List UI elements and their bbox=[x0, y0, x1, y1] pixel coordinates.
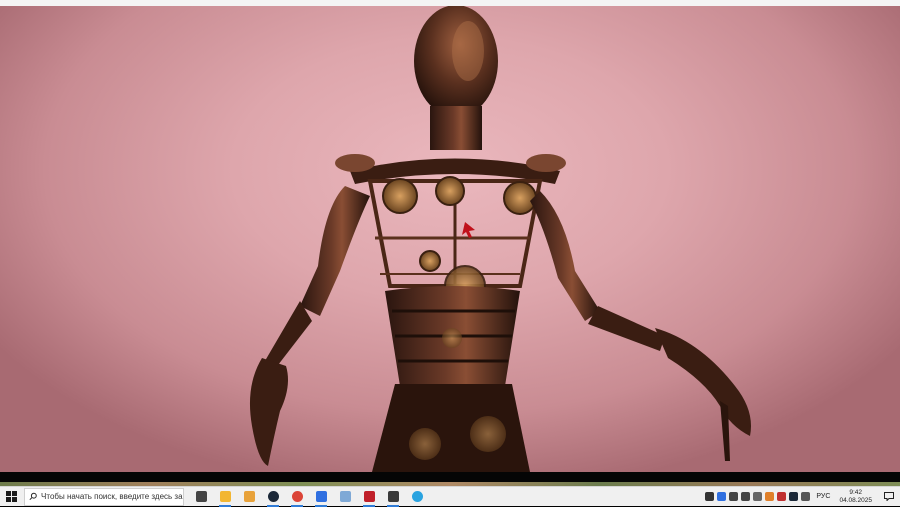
search-icon bbox=[29, 492, 37, 501]
display-icon[interactable] bbox=[801, 492, 811, 501]
robot-left-hand bbox=[249, 358, 288, 466]
steam-icon bbox=[267, 491, 279, 502]
robot-right-forearm bbox=[588, 306, 665, 351]
steam-tray-icon[interactable] bbox=[789, 492, 799, 501]
windows-logo-icon bbox=[5, 491, 17, 502]
clock[interactable]: 9:42 04.08.2025 bbox=[839, 489, 872, 505]
chrome-icon bbox=[291, 491, 303, 502]
gear-small bbox=[419, 250, 441, 272]
gear-center bbox=[435, 176, 465, 206]
volume-icon[interactable] bbox=[729, 492, 739, 501]
gear-right bbox=[503, 181, 537, 215]
robot-hips bbox=[372, 384, 530, 472]
game-viewport[interactable] bbox=[0, 6, 900, 472]
file-explorer-icon bbox=[219, 491, 231, 502]
notes-app-button[interactable] bbox=[334, 487, 356, 507]
tray-app-1-icon[interactable] bbox=[705, 492, 715, 501]
tray-app-3-icon[interactable] bbox=[753, 492, 763, 501]
clock-date: 04.08.2025 bbox=[839, 496, 872, 504]
robot-face-highlight bbox=[452, 21, 484, 81]
photos-button[interactable] bbox=[238, 487, 260, 507]
network-icon[interactable] bbox=[741, 492, 751, 501]
chrome-button[interactable] bbox=[286, 487, 308, 507]
game-window-button[interactable] bbox=[382, 487, 404, 507]
start-button[interactable] bbox=[0, 487, 22, 507]
notes-app-icon bbox=[339, 491, 351, 502]
red-game-icon bbox=[363, 491, 375, 502]
mouse-cursor-icon bbox=[462, 222, 475, 238]
security-icon[interactable] bbox=[777, 492, 787, 501]
robot-left-upper-arm bbox=[300, 186, 370, 316]
letterbox-bar bbox=[0, 472, 900, 482]
language-indicator[interactable]: РУС bbox=[816, 493, 830, 500]
photos-icon bbox=[243, 491, 255, 502]
taskbar-search-box[interactable]: Чтобы начать поиск, введите здесь запрос bbox=[24, 487, 184, 506]
steam-button[interactable] bbox=[262, 487, 284, 507]
windows-taskbar: Чтобы начать поиск, введите здесь запрос… bbox=[0, 486, 900, 507]
robot-right-hand bbox=[655, 328, 751, 436]
task-view-button[interactable] bbox=[190, 487, 212, 507]
game-window-icon bbox=[387, 491, 399, 502]
notification-icon bbox=[884, 492, 894, 501]
left-shoulder-cap bbox=[335, 154, 375, 172]
robot-neck bbox=[430, 106, 482, 150]
gear-left bbox=[382, 178, 418, 214]
task-view-icon bbox=[195, 491, 207, 502]
search-placeholder: Чтобы начать поиск, введите здесь запрос bbox=[41, 492, 183, 501]
robot-right-upper-arm bbox=[530, 191, 600, 321]
system-tray: РУС 9:42 04.08.2025 bbox=[705, 487, 900, 507]
telegram-icon bbox=[411, 491, 423, 502]
red-game-button[interactable] bbox=[358, 487, 380, 507]
blue-square-app-button[interactable] bbox=[310, 487, 332, 507]
file-explorer-button[interactable] bbox=[214, 487, 236, 507]
blue-square-app-icon bbox=[315, 491, 327, 502]
steampunk-robot-figure bbox=[249, 6, 751, 472]
tray-app-2-icon[interactable] bbox=[717, 492, 727, 501]
right-shoulder-cap bbox=[526, 154, 566, 172]
tray-app-4-icon[interactable] bbox=[765, 492, 775, 501]
taskbar-app-list bbox=[190, 487, 428, 507]
notification-center-button[interactable] bbox=[881, 487, 897, 507]
clock-time: 9:42 bbox=[849, 488, 863, 496]
telegram-button[interactable] bbox=[406, 487, 428, 507]
